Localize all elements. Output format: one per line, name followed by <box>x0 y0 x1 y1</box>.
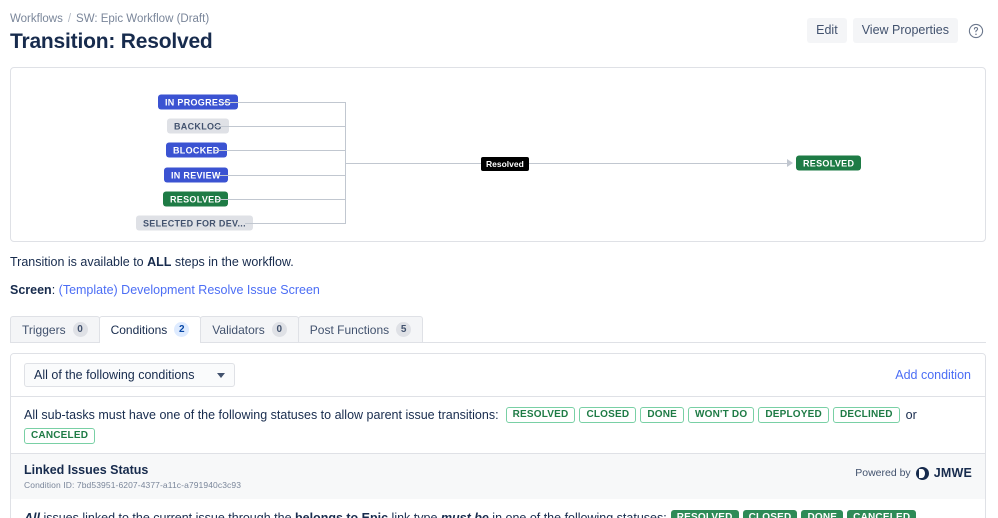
diagram-edge-to-transition <box>345 163 482 164</box>
diagram-transition-label[interactable]: Resolved <box>481 157 529 171</box>
status-lozenge: RESOLVED <box>670 510 739 518</box>
breadcrumb-item-workflows[interactable]: Workflows <box>10 12 63 26</box>
condition-id-label: Condition ID: <box>24 480 77 490</box>
transition-availability: Transition is available to ALL steps in … <box>10 254 988 271</box>
help-circle-icon[interactable] <box>966 21 986 41</box>
tab-post-functions[interactable]: Post Functions 5 <box>297 316 424 342</box>
desc-all: All <box>24 511 40 518</box>
jmwe-logo-icon <box>915 466 929 480</box>
breadcrumb-item-workflow[interactable]: SW: Epic Workflow (Draft) <box>76 12 209 26</box>
screen-link[interactable]: (Template) Development Resolve Issue Scr… <box>59 283 320 297</box>
availability-suffix: steps in the workflow. <box>171 255 294 269</box>
status-lozenge: DECLINED <box>832 407 900 423</box>
status-lozenge: WON'T DO <box>688 407 755 423</box>
jmwe-app-name: JMWE <box>933 466 972 480</box>
status-lozenge: CANCELED <box>24 428 96 444</box>
tab-triggers[interactable]: Triggers 0 <box>10 316 100 342</box>
screen-separator: : <box>51 283 59 297</box>
status-lozenge: DONE <box>801 510 844 518</box>
tab-triggers-count: 0 <box>72 322 88 337</box>
powered-by-label: Powered by <box>855 467 911 479</box>
condition-title: Linked Issues Status <box>24 463 149 477</box>
breadcrumb-separator: / <box>67 13 72 25</box>
status-lozenge: CLOSED <box>742 510 798 518</box>
tab-conditions[interactable]: Conditions 2 <box>98 316 202 343</box>
status-lozenge: CLOSED <box>579 407 637 423</box>
add-condition-link[interactable]: Add condition <box>895 368 975 382</box>
header-actions: Edit View Properties <box>807 18 986 43</box>
diagram-edge-blocked <box>215 150 346 151</box>
page-header: Workflows / SW: Epic Workflow (Draft) Tr… <box>0 0 998 55</box>
chevron-down-icon <box>216 372 225 378</box>
conditions-panel-toolbar: All of the following conditions Add cond… <box>11 354 985 396</box>
availability-prefix: Transition is available to <box>10 255 148 269</box>
tab-validators[interactable]: Validators 0 <box>200 316 299 342</box>
diagram-edge-backlog <box>215 126 346 127</box>
desc-link-type: belongs to Epic <box>295 511 389 518</box>
diagram-canvas: IN PROGRESS BACKLOG BLOCKED IN REVIEW RE… <box>11 68 985 241</box>
desc-must-be: must be <box>440 511 489 518</box>
diagram-edge-selected-for-dev <box>245 223 346 224</box>
desc-part1: issues linked to the current issue throu… <box>39 511 295 518</box>
diagram-node-selected-for-dev[interactable]: SELECTED FOR DEV... <box>136 215 253 231</box>
condition-row-subtask-status: All sub-tasks must have one of the follo… <box>11 396 985 453</box>
availability-strong: ALL <box>147 255 172 269</box>
subtask-condition-or: or <box>905 408 917 422</box>
status-lozenge: RESOLVED <box>505 407 576 423</box>
desc-part2: link type <box>388 511 441 518</box>
powered-by-badge: Powered by JMWE <box>855 466 972 480</box>
linked-issues-title-block: Linked Issues Status Condition ID: 7bd53… <box>24 462 241 490</box>
tab-validators-label: Validators <box>212 322 265 337</box>
screen-row: Screen: (Template) Development Resolve I… <box>10 282 988 299</box>
status-lozenge: DONE <box>640 407 685 423</box>
workflow-diagram: IN PROGRESS BACKLOG BLOCKED IN REVIEW RE… <box>10 67 986 242</box>
conditions-panel: All of the following conditions Add cond… <box>10 353 986 518</box>
status-lozenge: CANCELED <box>847 510 917 518</box>
diagram-edge-in-review <box>216 175 346 176</box>
condition-header-linked-issues: Linked Issues Status Condition ID: 7bd53… <box>11 453 985 499</box>
condition-id: Condition ID: 7bd53951-6207-4377-a11c-a7… <box>24 480 241 490</box>
diagram-node-target-resolved[interactable]: RESOLVED <box>796 155 862 171</box>
tab-conditions-count: 2 <box>174 322 190 337</box>
tab-post-functions-label: Post Functions <box>309 322 390 337</box>
desc-part3: in one of the following statuses: <box>488 511 667 518</box>
condition-grouping-value: All of the following conditions <box>34 368 195 382</box>
diagram-edge-in-progress <box>223 102 346 103</box>
view-properties-button[interactable]: View Properties <box>852 18 958 43</box>
tab-conditions-label: Conditions <box>110 322 168 337</box>
diagram-edge-to-target <box>529 163 787 164</box>
screen-label: Screen <box>10 283 52 297</box>
diagram-arrow-head <box>787 159 793 167</box>
tab-post-functions-count: 5 <box>396 322 412 337</box>
tab-triggers-label: Triggers <box>22 322 66 337</box>
subtask-condition-text: All sub-tasks must have one of the follo… <box>24 408 499 422</box>
diagram-edge-resolved <box>216 199 346 200</box>
status-lozenge: DEPLOYED <box>758 407 829 423</box>
condition-id-value: 7bd53951-6207-4377-a11c-a791940c3c93 <box>76 480 242 490</box>
condition-description-linked-issues: All issues linked to the current issue t… <box>11 499 985 518</box>
tab-validators-count: 0 <box>271 322 287 337</box>
edit-button[interactable]: Edit <box>807 18 847 43</box>
tab-bar: Triggers 0 Conditions 2 Validators 0 Pos… <box>10 316 986 343</box>
condition-grouping-select[interactable]: All of the following conditions <box>24 363 235 387</box>
